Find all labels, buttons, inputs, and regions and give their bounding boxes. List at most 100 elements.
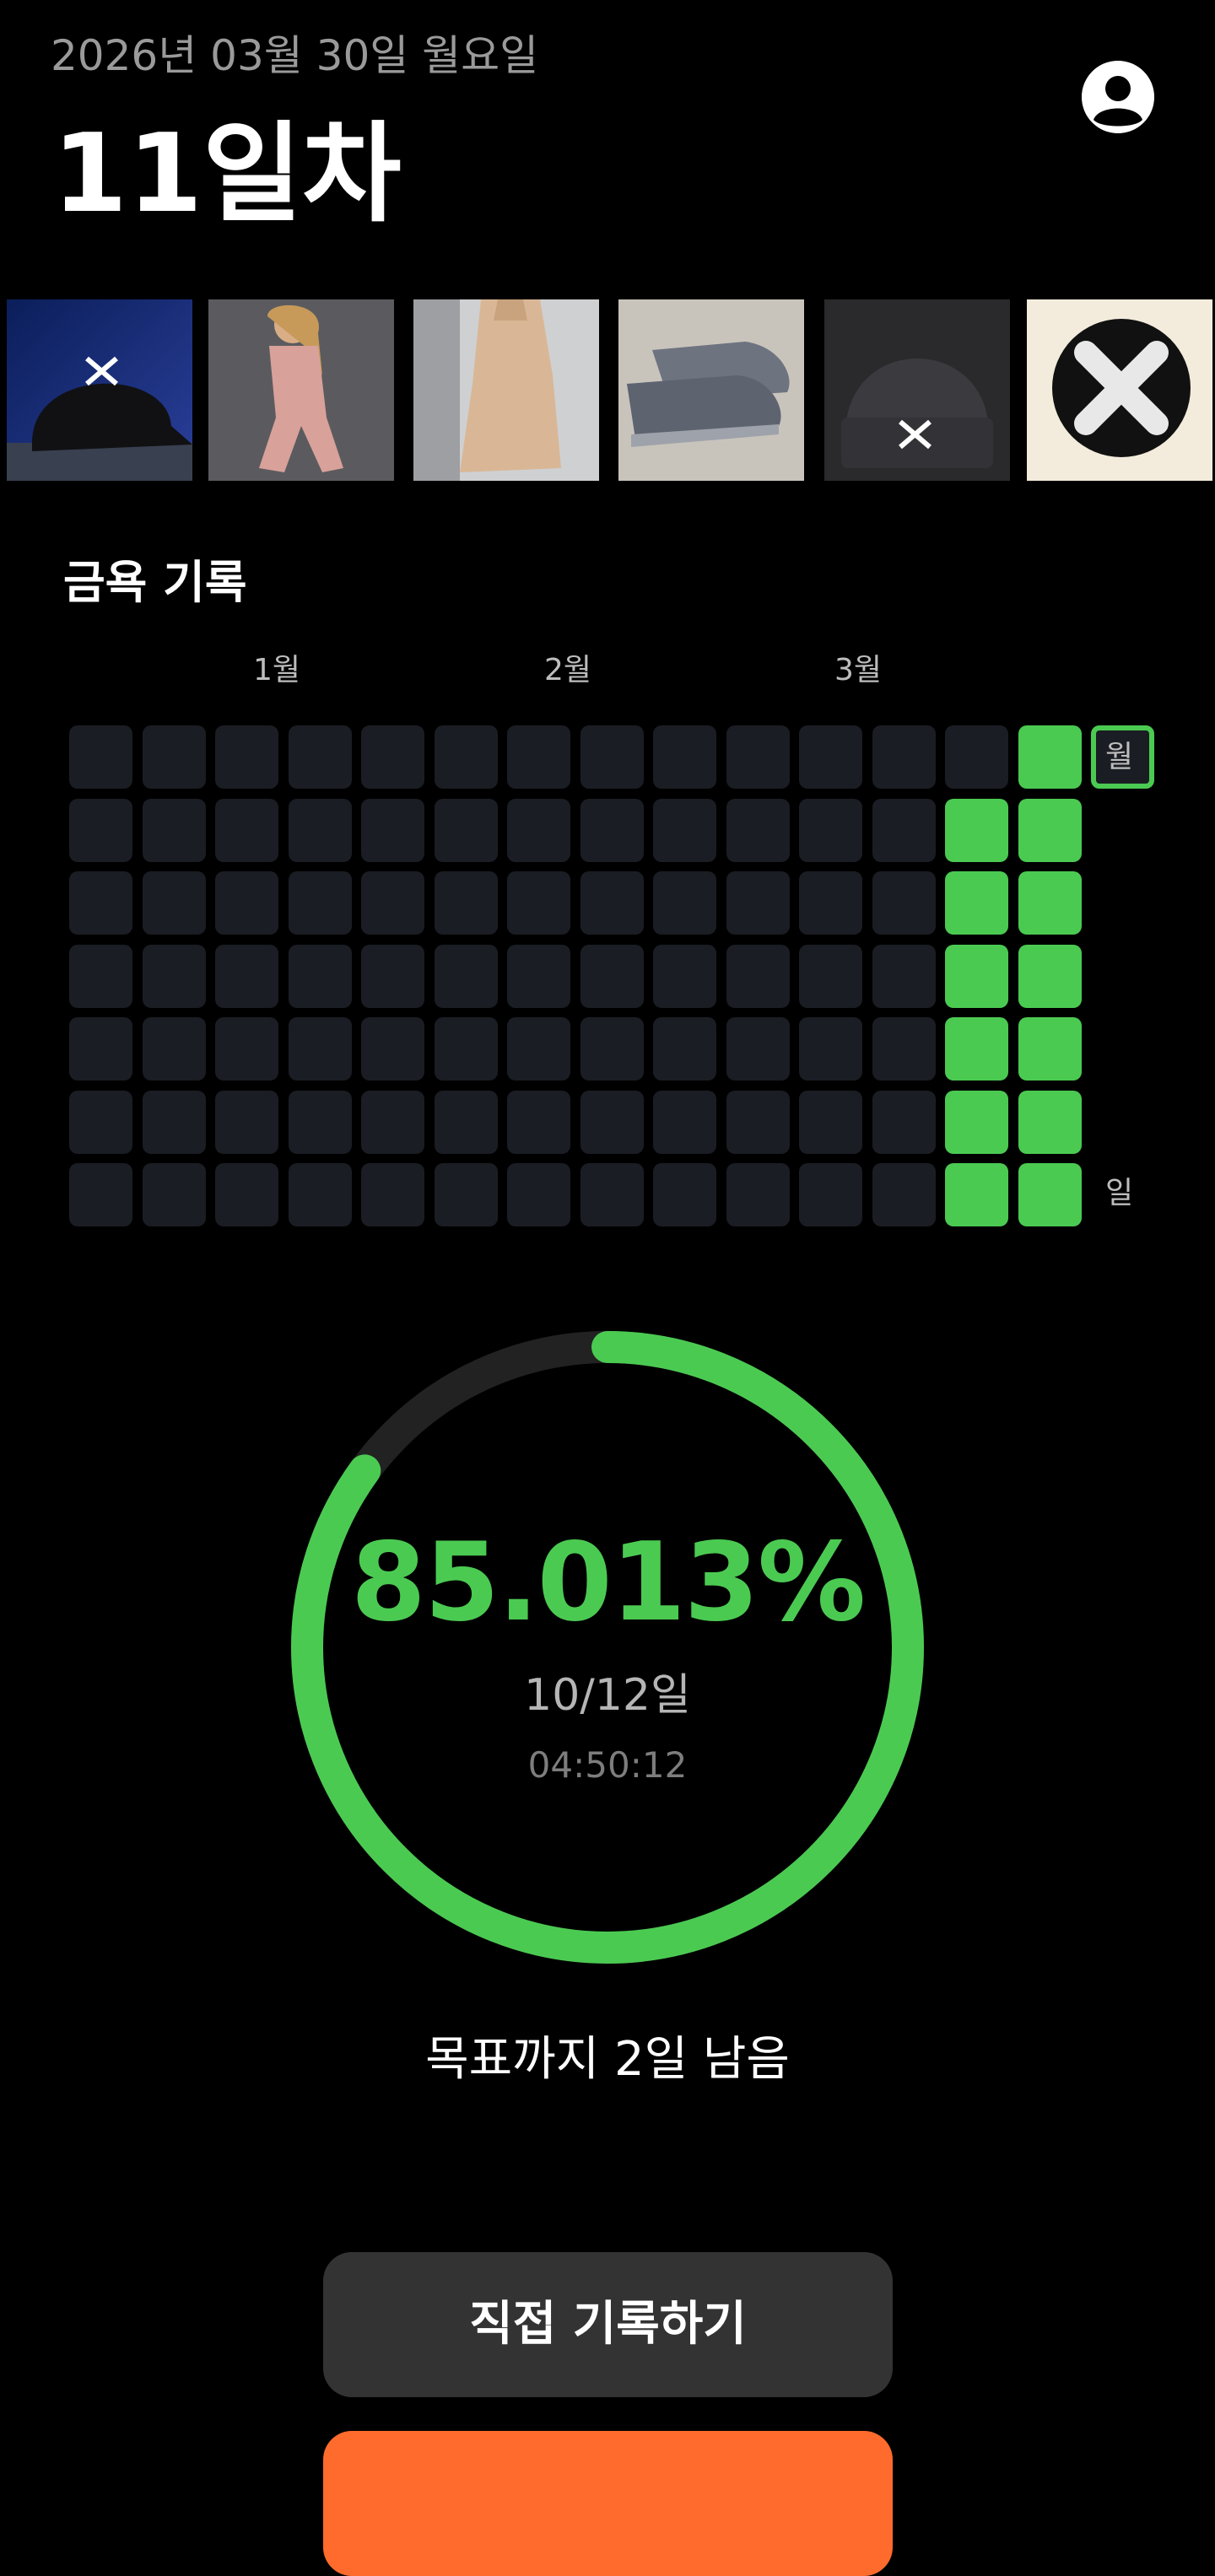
day-cell[interactable]	[653, 871, 716, 935]
day-cell[interactable]	[361, 725, 424, 789]
day-cell[interactable]	[142, 1017, 206, 1081]
manual-record-button[interactable]: 직접 기록하기	[323, 2252, 893, 2397]
day-cell[interactable]	[872, 871, 936, 935]
day-cell[interactable]	[69, 944, 132, 1008]
day-cell[interactable]	[872, 1017, 936, 1081]
day-cell[interactable]	[507, 871, 570, 935]
day-cell[interactable]	[872, 944, 936, 1008]
day-cell[interactable]	[580, 1090, 644, 1154]
day-cell[interactable]	[799, 871, 862, 935]
day-cell[interactable]	[361, 798, 424, 862]
day-cell[interactable]	[653, 1090, 716, 1154]
day-cell[interactable]	[215, 1163, 278, 1226]
day-cell-filled[interactable]	[1018, 871, 1082, 935]
day-cell[interactable]	[507, 944, 570, 1008]
day-cell[interactable]	[69, 871, 132, 935]
product-thumb-sneakers[interactable]	[618, 299, 804, 481]
day-cell[interactable]	[69, 798, 132, 862]
day-cell[interactable]	[580, 1017, 644, 1081]
day-cell[interactable]	[726, 1163, 790, 1226]
product-thumb-beanie[interactable]	[824, 299, 1010, 481]
day-cell[interactable]	[580, 1163, 644, 1226]
day-cell[interactable]	[69, 725, 132, 789]
day-cell[interactable]	[288, 1163, 352, 1226]
day-cell[interactable]	[507, 1090, 570, 1154]
day-cell[interactable]	[288, 944, 352, 1008]
day-cell[interactable]	[507, 725, 570, 789]
day-cell[interactable]	[288, 798, 352, 862]
day-cell[interactable]	[434, 798, 498, 862]
day-cell[interactable]	[507, 798, 570, 862]
day-cell[interactable]	[434, 1163, 498, 1226]
day-cell[interactable]	[507, 1017, 570, 1081]
day-cell[interactable]	[142, 944, 206, 1008]
day-cell[interactable]	[142, 725, 206, 789]
day-cell[interactable]	[69, 1163, 132, 1226]
day-cell[interactable]	[580, 798, 644, 862]
day-cell[interactable]	[872, 1163, 936, 1226]
day-cell[interactable]	[872, 798, 936, 862]
day-cell[interactable]	[580, 871, 644, 935]
day-cell[interactable]	[799, 1163, 862, 1226]
day-cell[interactable]	[580, 725, 644, 789]
day-cell[interactable]	[726, 1090, 790, 1154]
day-cell[interactable]	[653, 798, 716, 862]
day-cell[interactable]	[142, 798, 206, 862]
day-cell[interactable]	[69, 1090, 132, 1154]
day-cell[interactable]	[653, 725, 716, 789]
day-cell[interactable]	[799, 944, 862, 1008]
day-cell[interactable]	[361, 1163, 424, 1226]
day-cell[interactable]	[726, 944, 790, 1008]
day-cell[interactable]	[361, 871, 424, 935]
day-cell[interactable]	[288, 871, 352, 935]
day-cell[interactable]	[215, 944, 278, 1008]
day-cell-filled[interactable]	[1018, 725, 1082, 789]
day-cell[interactable]	[142, 1163, 206, 1226]
day-cell-filled[interactable]	[945, 1163, 1008, 1226]
day-cell[interactable]	[799, 798, 862, 862]
day-cell-filled[interactable]	[945, 871, 1008, 935]
day-cell[interactable]	[288, 1017, 352, 1081]
day-cell[interactable]	[726, 725, 790, 789]
day-cell[interactable]	[288, 1090, 352, 1154]
day-cell[interactable]	[507, 1163, 570, 1226]
day-cell[interactable]	[215, 1090, 278, 1154]
day-cell[interactable]	[361, 1090, 424, 1154]
product-thumb-lounge-set[interactable]	[208, 299, 394, 481]
product-thumb-dress[interactable]	[413, 299, 599, 481]
product-thumb-cap[interactable]	[7, 299, 192, 481]
day-cell-filled[interactable]	[1018, 944, 1082, 1008]
day-cell-filled[interactable]	[945, 1017, 1008, 1081]
day-cell[interactable]	[215, 798, 278, 862]
day-cell[interactable]	[726, 1017, 790, 1081]
day-cell[interactable]	[361, 1017, 424, 1081]
day-cell[interactable]	[69, 1017, 132, 1081]
day-cell[interactable]	[653, 1163, 716, 1226]
primary-action-button[interactable]	[323, 2431, 893, 2576]
day-cell[interactable]	[945, 725, 1008, 789]
day-cell[interactable]	[434, 871, 498, 935]
day-cell[interactable]	[361, 944, 424, 1008]
day-cell-filled[interactable]	[1018, 1090, 1082, 1154]
day-cell[interactable]	[215, 725, 278, 789]
day-cell-filled[interactable]	[1018, 1163, 1082, 1226]
day-cell-filled[interactable]	[945, 1090, 1008, 1154]
day-cell[interactable]	[142, 1090, 206, 1154]
day-cell[interactable]	[726, 871, 790, 935]
day-cell[interactable]	[434, 725, 498, 789]
day-cell[interactable]	[434, 1017, 498, 1081]
day-cell[interactable]	[872, 725, 936, 789]
day-cell-filled[interactable]	[1018, 798, 1082, 862]
product-thumb-badge[interactable]	[1027, 299, 1212, 481]
product-carousel[interactable]	[0, 299, 1215, 481]
day-cell-filled[interactable]	[945, 798, 1008, 862]
day-cell[interactable]	[799, 725, 862, 789]
day-cell[interactable]	[726, 798, 790, 862]
day-cell-filled[interactable]	[945, 944, 1008, 1008]
day-cell[interactable]	[653, 1017, 716, 1081]
day-cell[interactable]	[215, 871, 278, 935]
day-cell[interactable]	[288, 725, 352, 789]
day-cell[interactable]	[653, 944, 716, 1008]
day-cell[interactable]	[215, 1017, 278, 1081]
day-cell[interactable]	[872, 1090, 936, 1154]
